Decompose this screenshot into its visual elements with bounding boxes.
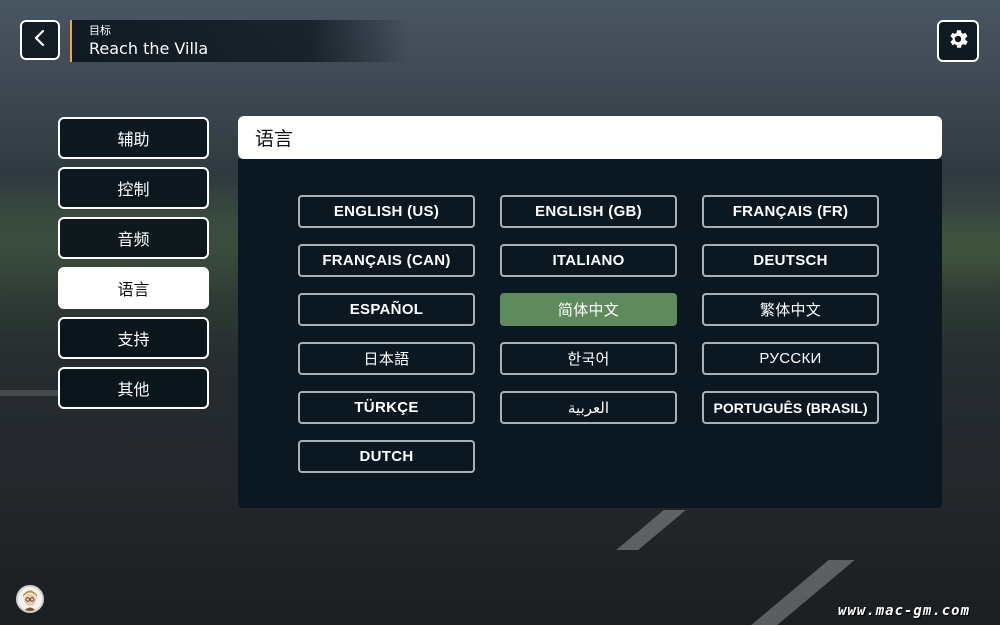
sidebar-item-other[interactable]: 其他	[58, 367, 209, 409]
language-option-traditional-chinese[interactable]: 繁体中文	[702, 293, 879, 326]
language-option-english-us[interactable]: ENGLISH (US)	[298, 195, 475, 228]
language-option-french-fr[interactable]: FRANÇAIS (FR)	[702, 195, 879, 228]
language-option-arabic[interactable]: العربية	[500, 391, 677, 424]
objective-title: Reach the Villa	[89, 39, 209, 58]
watermark-text: www.mac-gm.com	[838, 603, 971, 619]
sidebar-item-language[interactable]: 语言	[58, 267, 209, 309]
language-panel: ENGLISH (US) ENGLISH (GB) FRANÇAIS (FR) …	[238, 159, 942, 508]
sidebar-item-audio[interactable]: 音频	[58, 217, 209, 259]
language-option-portuguese-brasil[interactable]: PORTUGUÊS (BRASIL)	[702, 391, 879, 424]
language-option-japanese[interactable]: 日本語	[298, 342, 475, 375]
sidebar-item-assist[interactable]: 辅助	[58, 117, 209, 159]
language-option-italian[interactable]: ITALIANO	[500, 244, 677, 277]
language-option-dutch[interactable]: DUTCH	[298, 440, 475, 473]
language-option-turkish[interactable]: TÜRKÇE	[298, 391, 475, 424]
language-grid: ENGLISH (US) ENGLISH (GB) FRANÇAIS (FR) …	[298, 195, 880, 473]
objective-banner: 目标 Reach the Villa	[70, 20, 410, 62]
language-option-spanish[interactable]: ESPAÑOL	[298, 293, 475, 326]
language-option-english-gb[interactable]: ENGLISH (GB)	[500, 195, 677, 228]
gear-icon	[946, 27, 970, 55]
sidebar-item-support[interactable]: 支持	[58, 317, 209, 359]
panel-title: 语言	[238, 116, 942, 159]
language-option-german[interactable]: DEUTSCH	[702, 244, 879, 277]
chevron-left-icon	[32, 28, 48, 52]
back-button[interactable]	[20, 20, 60, 60]
settings-sidebar: 辅助 控制 音频 语言 支持 其他	[58, 117, 209, 417]
avatar-icon[interactable]	[16, 585, 44, 613]
language-option-russian[interactable]: РУССКИ	[702, 342, 879, 375]
language-option-french-can[interactable]: FRANÇAIS (CAN)	[298, 244, 475, 277]
settings-button[interactable]	[937, 20, 979, 62]
sidebar-item-controls[interactable]: 控制	[58, 167, 209, 209]
objective-label: 目标	[89, 24, 111, 37]
language-option-korean[interactable]: 한국어	[500, 342, 677, 375]
language-option-simplified-chinese[interactable]: 简体中文	[500, 293, 677, 326]
